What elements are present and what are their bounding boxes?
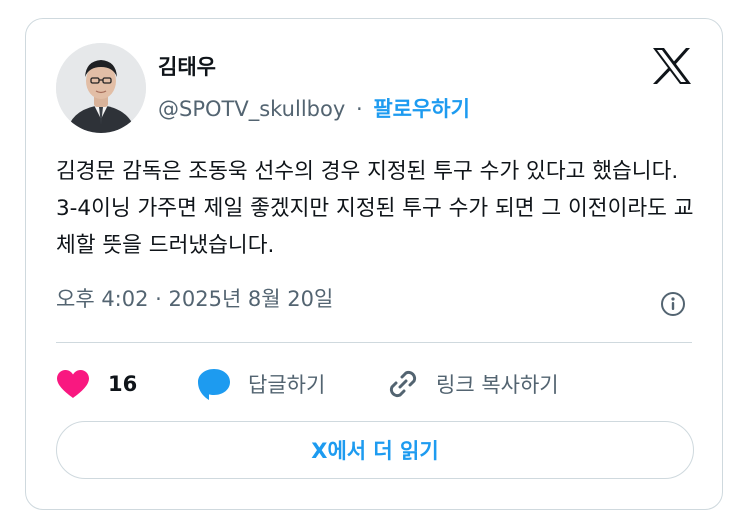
reply-button[interactable]: 답글하기 <box>196 359 325 409</box>
speech-bubble-icon <box>196 367 232 401</box>
like-count: 16 <box>108 372 138 396</box>
reply-label: 답글하기 <box>248 373 326 397</box>
divider <box>56 342 692 343</box>
follow-button[interactable]: 팔로우하기 <box>373 97 470 121</box>
separator-dot: · <box>355 97 363 121</box>
read-more-button[interactable]: X에서 더 읽기 <box>56 421 694 479</box>
author-handle-row: @SPOTV_skullboy · 팔로우하기 <box>158 93 470 123</box>
link-icon <box>386 367 420 401</box>
copy-link-label: 링크 복사하기 <box>436 373 559 397</box>
author-name[interactable]: 김태우 <box>158 51 216 81</box>
tweet-timestamp[interactable]: 오후 4:02 · 2025년 8월 20일 <box>56 283 333 313</box>
copy-link-button[interactable]: 링크 복사하기 <box>386 359 559 409</box>
tweet-embed-card: 김태우 @SPOTV_skullboy · 팔로우하기 김경문 감독은 조동욱 … <box>25 18 723 510</box>
heart-icon <box>56 369 90 399</box>
avatar-image <box>56 43 146 133</box>
author-handle[interactable]: @SPOTV_skullboy <box>158 97 345 121</box>
action-bar: 16 답글하기 링크 복사하기 <box>56 359 696 409</box>
x-logo-icon[interactable] <box>652 47 692 85</box>
like-button[interactable]: 16 <box>56 359 137 409</box>
avatar[interactable] <box>56 43 146 133</box>
info-icon[interactable] <box>660 291 686 317</box>
tweet-text: 김경문 감독은 조동욱 선수의 경우 지정된 투구 수가 있다고 했습니다. 3… <box>56 159 694 258</box>
